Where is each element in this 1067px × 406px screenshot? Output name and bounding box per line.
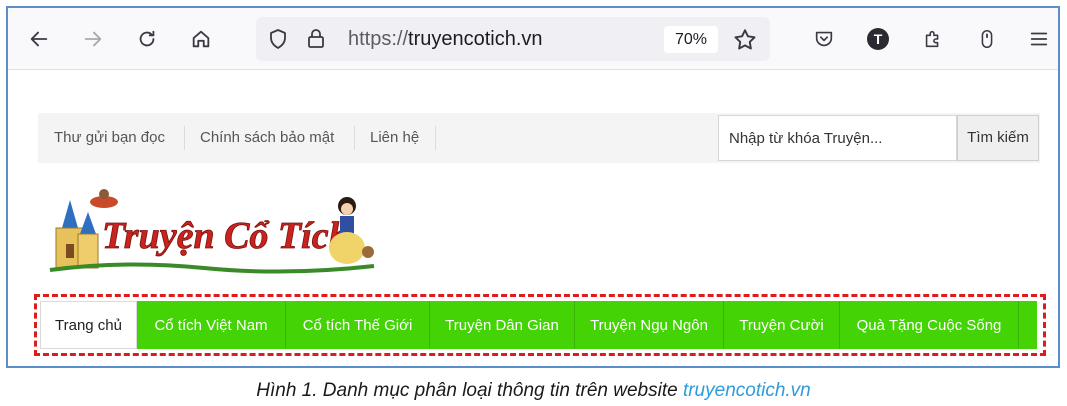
- site-topbar: Thư gửi bạn đọc Chính sách bảo mật Liên …: [38, 113, 1040, 163]
- main-menu: Trang chủ Cổ tích Việt Nam Cổ tích Thế G…: [40, 301, 1037, 349]
- menu-item-life-gifts[interactable]: Quà Tặng Cuộc Sống: [840, 301, 1019, 349]
- url-bar[interactable]: https://truyencotich.vn 70%: [256, 17, 770, 61]
- hamburger-menu-icon[interactable]: [1026, 26, 1052, 52]
- search-button[interactable]: Tìm kiếm: [957, 115, 1039, 161]
- menu-item-world-tales[interactable]: Cổ tích Thế Giới: [286, 301, 430, 349]
- pocket-icon[interactable]: [811, 26, 837, 52]
- caption-text: Hình 1. Danh mục phân loại thông tin trê…: [256, 380, 683, 401]
- divider: [435, 126, 436, 150]
- menu-item-home[interactable]: Trang chủ: [40, 301, 137, 349]
- topbar-link-privacy[interactable]: Chính sách bảo mật: [200, 129, 334, 146]
- menu-item-folk-tales[interactable]: Truyện Dân Gian: [430, 301, 575, 349]
- figure-caption: Hình 1. Danh mục phân loại thông tin trê…: [0, 380, 1067, 402]
- profile-initial: T: [867, 28, 889, 50]
- caption-site: truyencotich.vn: [682, 380, 811, 401]
- topbar-link-contact[interactable]: Liên hệ: [370, 129, 419, 146]
- browser-toolbar: https://truyencotich.vn 70% T: [8, 8, 1058, 70]
- menu-item-fables[interactable]: Truyện Ngụ Ngôn: [575, 301, 724, 349]
- menu-item-jokes[interactable]: Truyện Cười: [724, 301, 840, 349]
- reload-icon[interactable]: [130, 22, 164, 56]
- forward-arrow-icon[interactable]: [76, 22, 110, 56]
- url-text[interactable]: https://truyencotich.vn: [348, 28, 543, 51]
- star-icon[interactable]: [732, 27, 758, 53]
- account-icon[interactable]: T: [865, 26, 891, 52]
- site-logo[interactable]: Truyện Cổ Tích: [44, 186, 378, 276]
- mouse-icon[interactable]: [974, 26, 1000, 52]
- shield-icon[interactable]: [266, 27, 290, 51]
- home-icon[interactable]: [184, 22, 218, 56]
- url-host: truyencotich.vn: [408, 28, 543, 50]
- zoom-level[interactable]: 70%: [664, 26, 718, 53]
- menu-item-vietnam-tales[interactable]: Cổ tích Việt Nam: [137, 301, 286, 349]
- back-arrow-icon[interactable]: [22, 22, 56, 56]
- search-input[interactable]: [718, 115, 957, 161]
- logo-text: Truyện Cổ Tích: [102, 215, 350, 257]
- extensions-icon[interactable]: [920, 26, 946, 52]
- url-scheme: https://: [348, 28, 409, 50]
- divider: [354, 126, 355, 150]
- browser-window: https://truyencotich.vn 70% T Thư gửi bạ…: [6, 6, 1060, 368]
- lock-icon[interactable]: [304, 26, 328, 50]
- divider: [184, 126, 185, 150]
- topbar-link-letter[interactable]: Thư gửi bạn đọc: [54, 129, 165, 146]
